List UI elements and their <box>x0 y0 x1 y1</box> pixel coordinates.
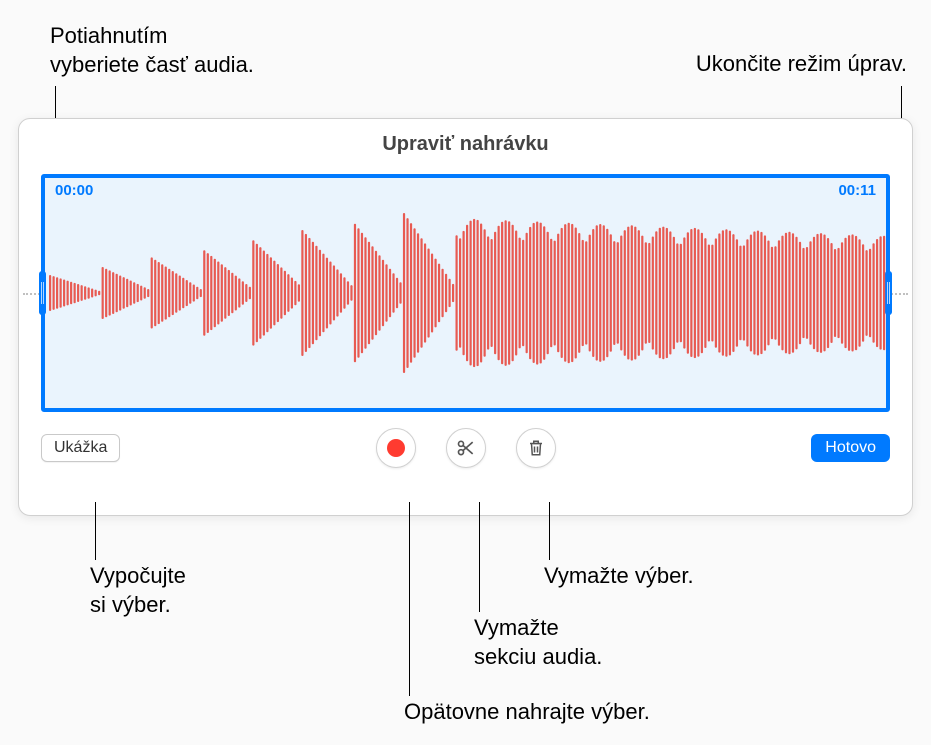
selection-handle-right[interactable] <box>885 271 892 315</box>
waveform-selection[interactable]: 00:00 00:11 <box>41 174 890 412</box>
audio-waveform <box>45 208 886 378</box>
trim-button[interactable] <box>446 428 486 468</box>
callout-line <box>479 502 480 612</box>
callout-listen: Vypočujte si výber. <box>90 562 186 619</box>
record-button[interactable] <box>376 428 416 468</box>
time-end-label: 00:11 <box>838 182 876 199</box>
callout-line <box>549 502 550 560</box>
callout-rerecord: Opätovne nahrajte výber. <box>404 698 650 727</box>
callout-line <box>95 502 96 560</box>
editor-panel: Upraviť nahrávku 00:00 00:11 Ukážka <box>18 118 913 516</box>
time-start-label: 00:00 <box>55 182 93 199</box>
callout-exit-edit: Ukončite režim úprav. <box>696 50 907 79</box>
callout-line <box>409 502 410 696</box>
callout-drag-select: Potiahnutím vyberiete časť audia. <box>50 22 254 79</box>
toolbar: Ukážka <box>19 412 912 462</box>
scissors-icon <box>456 438 476 458</box>
delete-button[interactable] <box>516 428 556 468</box>
preview-button[interactable]: Ukážka <box>41 434 120 462</box>
callout-delete-section: Vymažte sekciu audia. <box>474 614 602 671</box>
panel-title: Upraviť nahrávku <box>19 119 912 166</box>
callout-delete-selection: Vymažte výber. <box>544 562 694 591</box>
done-button[interactable]: Hotovo <box>811 434 890 462</box>
record-icon <box>387 439 405 457</box>
trash-icon <box>527 438 545 458</box>
